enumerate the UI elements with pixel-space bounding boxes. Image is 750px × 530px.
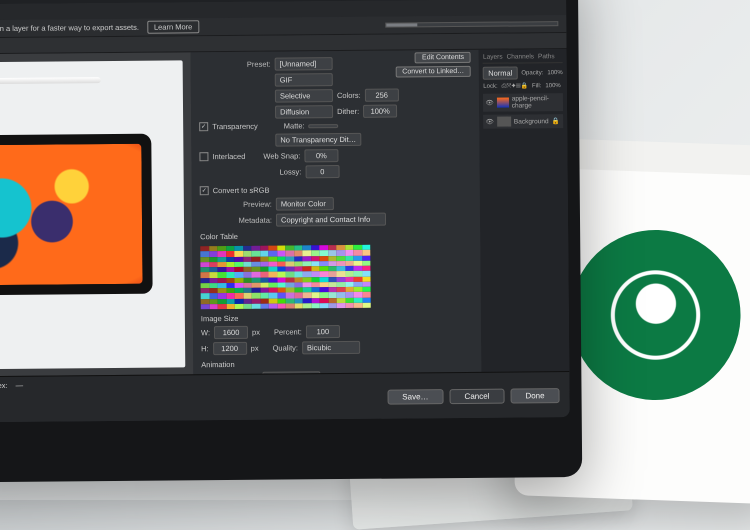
blend-mode-select[interactable]: Normal (483, 66, 517, 79)
height-label: H: (201, 344, 209, 353)
reduction-select[interactable]: Selective (275, 89, 333, 103)
preview-canvas-area: 100% dither Selective palette 256 colors (0, 52, 194, 407)
metadata-label: Metadata: (200, 216, 272, 226)
websnap-label: Web Snap: (263, 151, 300, 160)
layer-row[interactable]: 👁 Background🔒 (484, 114, 564, 129)
width-input[interactable]: 1600 (214, 326, 248, 339)
edit-contents-button[interactable]: Edit Contents (415, 52, 471, 63)
preview-label: Preview: (200, 200, 272, 210)
dither-input[interactable]: 100% (363, 105, 397, 118)
tab-paths[interactable]: Paths (538, 53, 555, 60)
dialog-action-bar: Alpha:— Hex:— Index:— Save… Cancel Done (0, 371, 570, 423)
height-input[interactable]: 1200 (213, 342, 247, 355)
learn-more-button[interactable]: Learn More (147, 20, 199, 33)
format-select[interactable]: GIF (275, 73, 333, 87)
apple-pencil-graphic (0, 77, 101, 84)
layers-panel: Layers Channels Paths Normal Opacity: 100%… (479, 49, 570, 402)
lock-icon: 🔒 (552, 117, 560, 125)
index-readout: — (16, 381, 24, 390)
lossy-input[interactable]: 0 (305, 165, 339, 178)
visibility-icon[interactable]: 👁 (486, 118, 494, 126)
websnap-input[interactable]: 0% (304, 149, 338, 162)
cancel-button[interactable]: Cancel (449, 389, 504, 404)
fill-label: Fill: (532, 83, 541, 89)
animation-heading: Animation (201, 358, 474, 369)
quality-select[interactable]: Bicubic (302, 341, 360, 355)
tab-layers[interactable]: Layers (483, 54, 503, 61)
hint-text: …or right click on a layer for a faster … (0, 23, 139, 34)
ipad-graphic (0, 134, 153, 296)
transparency-dither-select[interactable]: No Transparency Dit… (275, 133, 361, 147)
optimize-settings-panel: Edit Contents Convert to Linked… Preset:… (191, 50, 483, 405)
metadata-select[interactable]: Copyright and Contact Info (276, 213, 386, 227)
width-label: W: (201, 328, 210, 337)
quality-label: Quality: (273, 343, 299, 352)
optimize-progress (386, 21, 559, 28)
ipad-wallpaper-art (0, 144, 143, 286)
tab-channels[interactable]: Channels (507, 53, 535, 60)
lock-icons[interactable]: ⎙⤧✦▦🔒 (502, 82, 528, 90)
transparency-label: Transparency (212, 122, 258, 131)
preset-label: Preset: (199, 60, 271, 70)
convert-to-linked-button[interactable]: Convert to Linked… (395, 66, 471, 78)
px-label: px (252, 328, 260, 337)
percent-input[interactable]: 100 (306, 325, 340, 338)
percent-label: Percent: (274, 327, 302, 336)
image-size-heading: Image Size (201, 312, 474, 323)
layer-name: Background (514, 118, 549, 125)
layer-thumb (497, 117, 511, 127)
interlaced-checkbox[interactable] (199, 152, 208, 161)
preview-select[interactable]: Monitor Color (276, 197, 334, 211)
dither-algo-select[interactable]: Diffusion (275, 105, 333, 119)
convert-srgb-label: Convert to sRGB (213, 186, 270, 195)
color-table-heading: Color Table (200, 230, 473, 241)
screen: Filter 3D View Window Help ⚉ ᯤ 12:13 Dan… (0, 0, 570, 423)
layer-row[interactable]: 👁 apple-pencil-charge (483, 93, 563, 112)
fill-value[interactable]: 100% (545, 83, 560, 89)
matte-label: Matte: (284, 121, 305, 130)
colors-input[interactable]: 256 (365, 89, 399, 102)
convert-srgb-checkbox[interactable]: ✓ (200, 186, 209, 195)
opacity-value[interactable]: 100% (547, 70, 562, 76)
layer-thumb (497, 98, 509, 108)
px-label-2: px (251, 344, 259, 353)
save-button[interactable]: Save… (387, 389, 443, 404)
laptop: Filter 3D View Window Help ⚉ ᯤ 12:13 Dan… (0, 0, 582, 483)
visibility-icon[interactable]: 👁 (485, 99, 493, 107)
preview-image[interactable] (0, 60, 185, 369)
interlaced-label: Interlaced (212, 152, 245, 161)
transparency-checkbox[interactable]: ✓ (199, 122, 208, 131)
matte-select[interactable] (309, 124, 339, 128)
preset-select[interactable]: [Unnamed] (275, 57, 333, 71)
index-label: Index: (0, 381, 8, 390)
color-table[interactable] (200, 245, 371, 309)
layer-name: apple-pencil-charge (512, 95, 561, 109)
dither-label: Dither: (337, 107, 359, 116)
opacity-label: Opacity: (521, 70, 543, 76)
colors-label: Colors: (337, 91, 361, 100)
done-button[interactable]: Done (510, 388, 559, 403)
lossy-label: Lossy: (280, 167, 302, 176)
lock-label: Lock: (483, 84, 497, 90)
starbucks-logo (568, 227, 744, 403)
